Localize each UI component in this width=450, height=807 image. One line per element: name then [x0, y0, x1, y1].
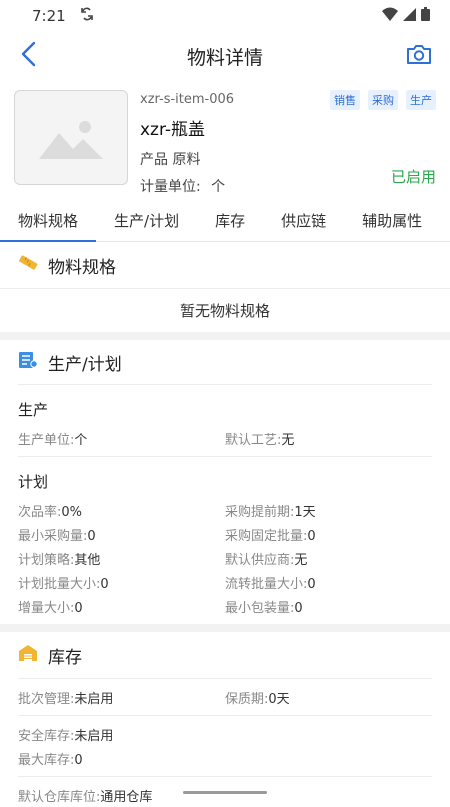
section-gap	[0, 624, 450, 632]
spec-empty-note: 暂无物料规格	[0, 288, 450, 332]
tag-purchase: 采购	[368, 90, 398, 110]
inventory-section-title: 库存	[48, 647, 82, 668]
production-section-title: 生产/计划	[48, 354, 122, 375]
image-icon	[39, 120, 103, 159]
wifi-icon	[382, 7, 398, 25]
tab-production-plan[interactable]: 生产/计划	[96, 200, 197, 241]
production-subtitle: 生产	[18, 401, 49, 419]
batch-management: 批次管理:未启用	[18, 691, 114, 707]
spec-section-title: 物料规格	[48, 257, 116, 278]
tab-bar: 物料规格 生产/计划 库存 供应链 辅助属性	[0, 200, 450, 242]
plan-row: 增量大小:0 最小包装量:0	[0, 594, 450, 618]
plan-field: 默认供应商:无	[225, 552, 308, 568]
inventory-row: 默认仓库库位:通用仓库	[0, 783, 450, 807]
max-stock: 最大库存:0	[18, 752, 83, 768]
ruler-icon	[18, 254, 38, 276]
production-section-header: 生产/计划	[0, 340, 450, 384]
default-location: 默认仓库库位:通用仓库	[18, 789, 153, 805]
home-indicator[interactable]	[183, 791, 267, 794]
item-header: xzr-s-item-006 xzr-瓶盖 产品 原料 计量单位: 个 销售 采…	[0, 80, 450, 200]
plan-grid: 次品率:0% 采购提前期:1天 最小采购量:0 采购固定批量:0 计划策略:其他…	[0, 498, 450, 618]
tag-sales: 销售	[330, 90, 360, 110]
plan-field: 采购固定批量:0	[225, 528, 316, 544]
status-time: 7:21	[32, 7, 66, 25]
safety-stock: 安全库存:未启用	[18, 728, 114, 744]
plan-icon	[18, 351, 38, 374]
back-icon[interactable]	[20, 41, 36, 71]
plan-row: 最小采购量:0 采购固定批量:0	[0, 522, 450, 546]
page-title: 物料详情	[186, 46, 263, 69]
inventory-row: 批次管理:未启用 保质期:0天	[0, 685, 450, 709]
warehouse-icon	[18, 644, 38, 667]
production-unit: 生产单位:个	[18, 432, 88, 448]
battery-icon	[421, 7, 430, 25]
item-unit-value: 个	[211, 179, 226, 195]
tab-supply-chain[interactable]: 供应链	[263, 200, 344, 241]
signal-icon	[403, 7, 416, 25]
plan-field: 次品率:0%	[18, 504, 83, 520]
camera-icon[interactable]	[406, 43, 432, 69]
plan-field: 采购提前期:1天	[225, 504, 316, 520]
tab-spec[interactable]: 物料规格	[0, 200, 97, 242]
plan-subtitle: 计划	[18, 473, 49, 491]
inventory-row: 安全库存:未启用	[0, 722, 450, 746]
plan-row: 次品率:0% 采购提前期:1天	[0, 498, 450, 522]
plan-field: 最小包装量:0	[225, 600, 303, 616]
shelf-life: 保质期:0天	[225, 691, 290, 707]
item-type-label: 产品	[140, 152, 168, 168]
plan-field: 流转批量大小:0	[225, 576, 316, 592]
section-gap	[0, 332, 450, 340]
item-unit-label: 计量单位:	[140, 179, 201, 195]
tab-auxiliary[interactable]: 辅助属性	[344, 200, 440, 241]
inventory-section-header: 库存	[0, 632, 450, 678]
sync-icon	[80, 6, 94, 26]
plan-field: 最小采购量:0	[18, 528, 96, 544]
item-info: xzr-s-item-006 xzr-瓶盖 产品 原料 计量单位: 个 销售 采…	[140, 90, 436, 200]
item-name: xzr-瓶盖	[140, 120, 206, 140]
default-routing: 默认工艺:无	[225, 432, 295, 448]
spec-section-header: 物料规格	[0, 242, 450, 288]
inventory-row: 最大库存:0	[0, 746, 450, 770]
item-type-value: 原料	[172, 152, 201, 168]
nav-bar: 物料详情	[0, 32, 450, 80]
item-tags: 销售 采购 生产	[330, 90, 436, 110]
plan-row: 计划策略:其他 默认供应商:无	[0, 546, 450, 570]
production-row: 生产单位:个 默认工艺:无	[0, 426, 450, 450]
item-image-placeholder[interactable]	[14, 90, 128, 185]
tab-inventory[interactable]: 库存	[197, 200, 263, 241]
status-badge: 已启用	[390, 168, 436, 186]
status-bar: 7:21	[0, 0, 450, 32]
plan-row: 计划批量大小:0 流转批量大小:0	[0, 570, 450, 594]
plan-field: 增量大小:0	[18, 600, 83, 616]
plan-field: 计划策略:其他	[18, 552, 101, 568]
plan-field: 计划批量大小:0	[18, 576, 109, 592]
tag-production: 生产	[406, 90, 436, 110]
